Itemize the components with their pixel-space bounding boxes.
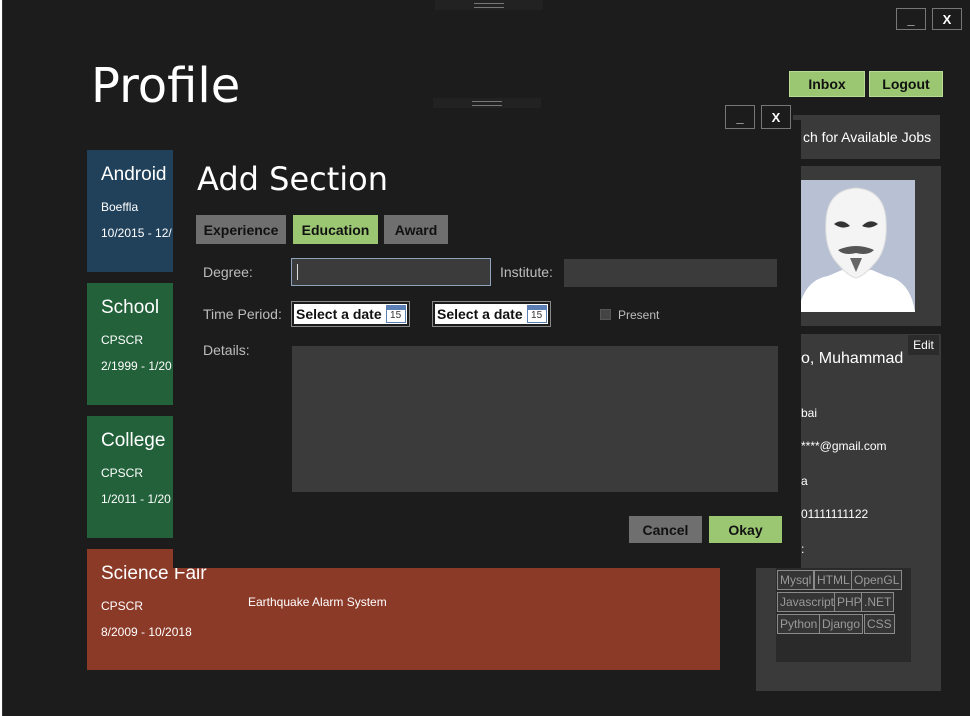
- inbox-button[interactable]: Inbox: [789, 71, 865, 97]
- okay-button[interactable]: Okay: [709, 516, 782, 543]
- details-textarea[interactable]: [292, 346, 778, 492]
- avatar: [798, 180, 915, 312]
- dialog-close-button[interactable]: X: [761, 105, 791, 129]
- mask-avatar-icon: [798, 180, 915, 312]
- dialog-minimize-button[interactable]: _: [725, 105, 755, 129]
- cancel-button[interactable]: Cancel: [629, 516, 702, 543]
- skill-tag: Python: [777, 614, 821, 634]
- present-label: Present: [618, 308, 660, 322]
- skill-tag: Mysql: [777, 570, 815, 590]
- page-title: Profile: [91, 58, 241, 114]
- search-jobs-button[interactable]: ch for Available Jobs: [793, 115, 940, 159]
- close-button[interactable]: X: [932, 8, 962, 30]
- present-checkbox[interactable]: [600, 309, 611, 320]
- profile-phone: 01111111122: [801, 507, 869, 521]
- section-organization: CPSCR: [101, 599, 144, 613]
- skills-label: :: [801, 542, 805, 556]
- skill-tag: Django: [819, 614, 864, 634]
- profile-name: o, Muhammad: [801, 350, 904, 367]
- start-date-picker[interactable]: Select a date 15: [291, 301, 410, 327]
- dialog-title: Add Section: [197, 160, 389, 198]
- edit-profile-button[interactable]: Edit: [908, 335, 939, 355]
- minimize-button[interactable]: _: [896, 8, 926, 30]
- skill-tag: HTML: [814, 570, 853, 590]
- skill-tag: Javascript: [777, 592, 838, 612]
- dialog-drag-handle[interactable]: [433, 98, 541, 108]
- time-period-label: Time Period:: [203, 306, 282, 322]
- calendar-icon[interactable]: 15: [385, 305, 406, 323]
- start-date-placeholder: Select a date: [296, 306, 382, 322]
- end-date-picker[interactable]: Select a date 15: [432, 301, 551, 327]
- profile-city: bai: [801, 406, 818, 420]
- skill-tag: .NET: [861, 592, 895, 612]
- section-description: Earthquake Alarm System: [248, 595, 387, 609]
- institute-input[interactable]: [564, 259, 777, 287]
- tab-experience[interactable]: Experience: [196, 215, 286, 244]
- tab-award[interactable]: Award: [384, 215, 448, 244]
- main-window: _ X Profile Inbox Logout Android Boeffla…: [2, 0, 970, 716]
- section-period: 8/2009 - 10/2018: [101, 625, 192, 639]
- degree-input[interactable]: [291, 258, 491, 286]
- logout-button[interactable]: Logout: [869, 71, 943, 97]
- add-section-dialog: _ X Add Section Experience Education Awa…: [173, 105, 801, 568]
- degree-label: Degree:: [203, 264, 253, 280]
- details-label: Details:: [203, 342, 250, 358]
- end-date-placeholder: Select a date: [437, 306, 523, 322]
- window-drag-handle[interactable]: [435, 0, 543, 10]
- calendar-icon[interactable]: 15: [526, 305, 547, 323]
- profile-country: a: [801, 474, 808, 488]
- tab-education[interactable]: Education: [293, 215, 378, 244]
- institute-label: Institute:: [500, 264, 553, 280]
- profile-email: ****@gmail.com: [801, 439, 887, 453]
- text-caret: [297, 264, 298, 280]
- skill-tag: OpenGL: [851, 570, 903, 590]
- skill-tag: CSS: [864, 614, 895, 634]
